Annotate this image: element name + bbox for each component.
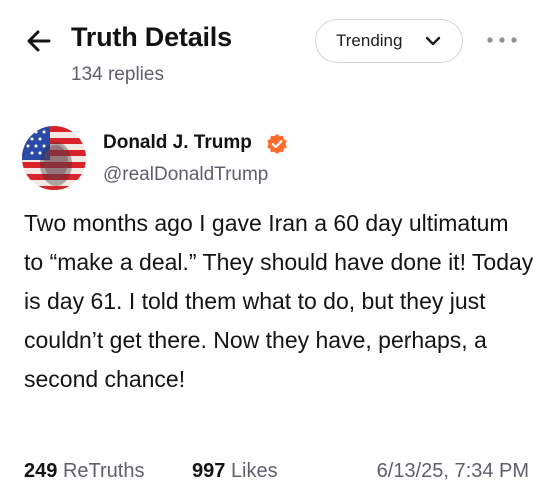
sort-dropdown[interactable]: Trending	[315, 19, 463, 63]
post-body: Two months ago I gave Iran a 60 day ulti…	[24, 210, 534, 392]
verified-badge-icon	[267, 134, 287, 154]
likes-stat[interactable]: 997 Likes	[192, 460, 278, 483]
page-title: Truth Details	[71, 22, 232, 52]
back-arrow-icon[interactable]	[24, 26, 54, 56]
avatar-image	[22, 126, 86, 190]
chevron-down-icon	[425, 36, 441, 46]
truth-details-page: Truth Details 134 replies Trending Donal…	[0, 0, 550, 501]
likes-label: Likes	[230, 460, 278, 482]
author-avatar[interactable]	[22, 126, 86, 190]
retruths-count: 249	[24, 460, 58, 482]
sort-dropdown-label: Trending	[336, 31, 403, 50]
post-stats: 249 ReTruths 997 Likes 6/13/25, 7:34 PM	[24, 460, 529, 490]
retruths-label: ReTruths	[62, 460, 145, 482]
post-timestamp: 6/13/25, 7:34 PM	[376, 460, 529, 482]
author-handle[interactable]: @realDonaldTrump	[103, 164, 268, 186]
author-name[interactable]: Donald J. Trump	[103, 132, 252, 154]
reply-count: 134 replies	[71, 64, 164, 85]
retruths-stat[interactable]: 249 ReTruths	[24, 460, 144, 483]
likes-count: 997	[192, 460, 226, 482]
more-options-icon[interactable]	[484, 30, 520, 50]
